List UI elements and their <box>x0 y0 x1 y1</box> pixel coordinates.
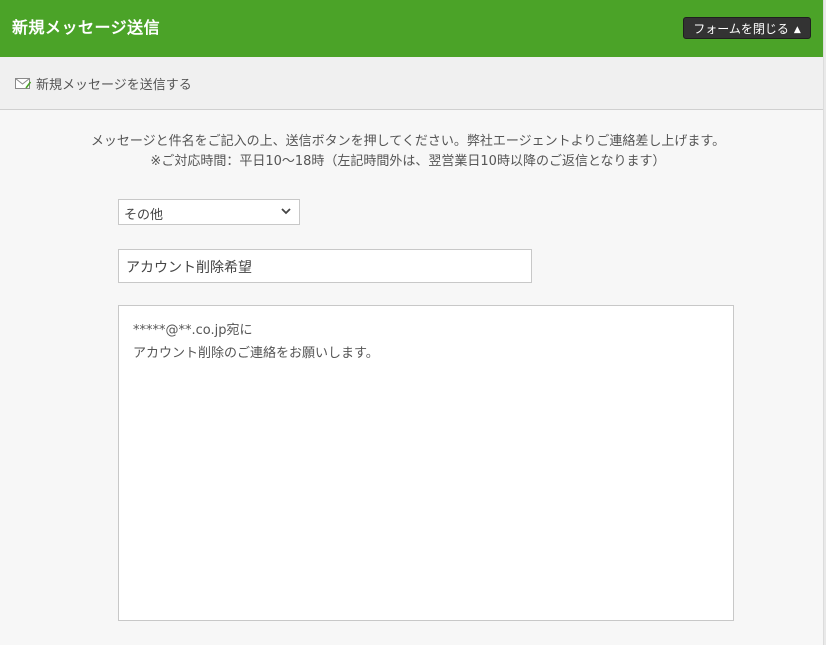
subject-input[interactable]: アカウント削除希望 <box>118 249 532 283</box>
form-header: 新規メッセージ送信 フォームを閉じる ▲ <box>0 0 823 57</box>
category-select[interactable]: その他 <box>118 199 300 225</box>
message-body-line-1: *****@**.co.jp宛に <box>133 323 253 338</box>
category-select-value: その他 <box>124 208 164 223</box>
subheader-label: 新規メッセージを送信する <box>36 78 192 93</box>
instructions-line-1: メッセージと件名をご記入の上、送信ボタンを押してください。弊社エージェントよりご… <box>90 134 726 149</box>
message-body-textarea[interactable]: *****@**.co.jp宛に アカウント削除のご連絡をお願いします。 <box>118 305 734 621</box>
message-body-line-2: アカウント削除のご連絡をお願いします。 <box>133 346 379 361</box>
envelope-icon <box>15 78 31 89</box>
chevron-down-icon <box>281 208 291 215</box>
instructions-line-2: ※ご対応時間：平日10〜18時（左記時間外は、翌営業日10時以降のご返信となりま… <box>150 154 666 169</box>
close-form-button[interactable]: フォームを閉じる ▲ <box>683 17 811 39</box>
subheader-bar: 新規メッセージを送信する <box>0 57 823 110</box>
close-form-button-label: フォームを閉じる <box>693 22 789 36</box>
page-title: 新規メッセージ送信 <box>12 18 161 37</box>
instructions-text: メッセージと件名をご記入の上、送信ボタンを押してください。弊社エージェントよりご… <box>0 132 816 172</box>
triangle-up-icon: ▲ <box>793 25 801 35</box>
